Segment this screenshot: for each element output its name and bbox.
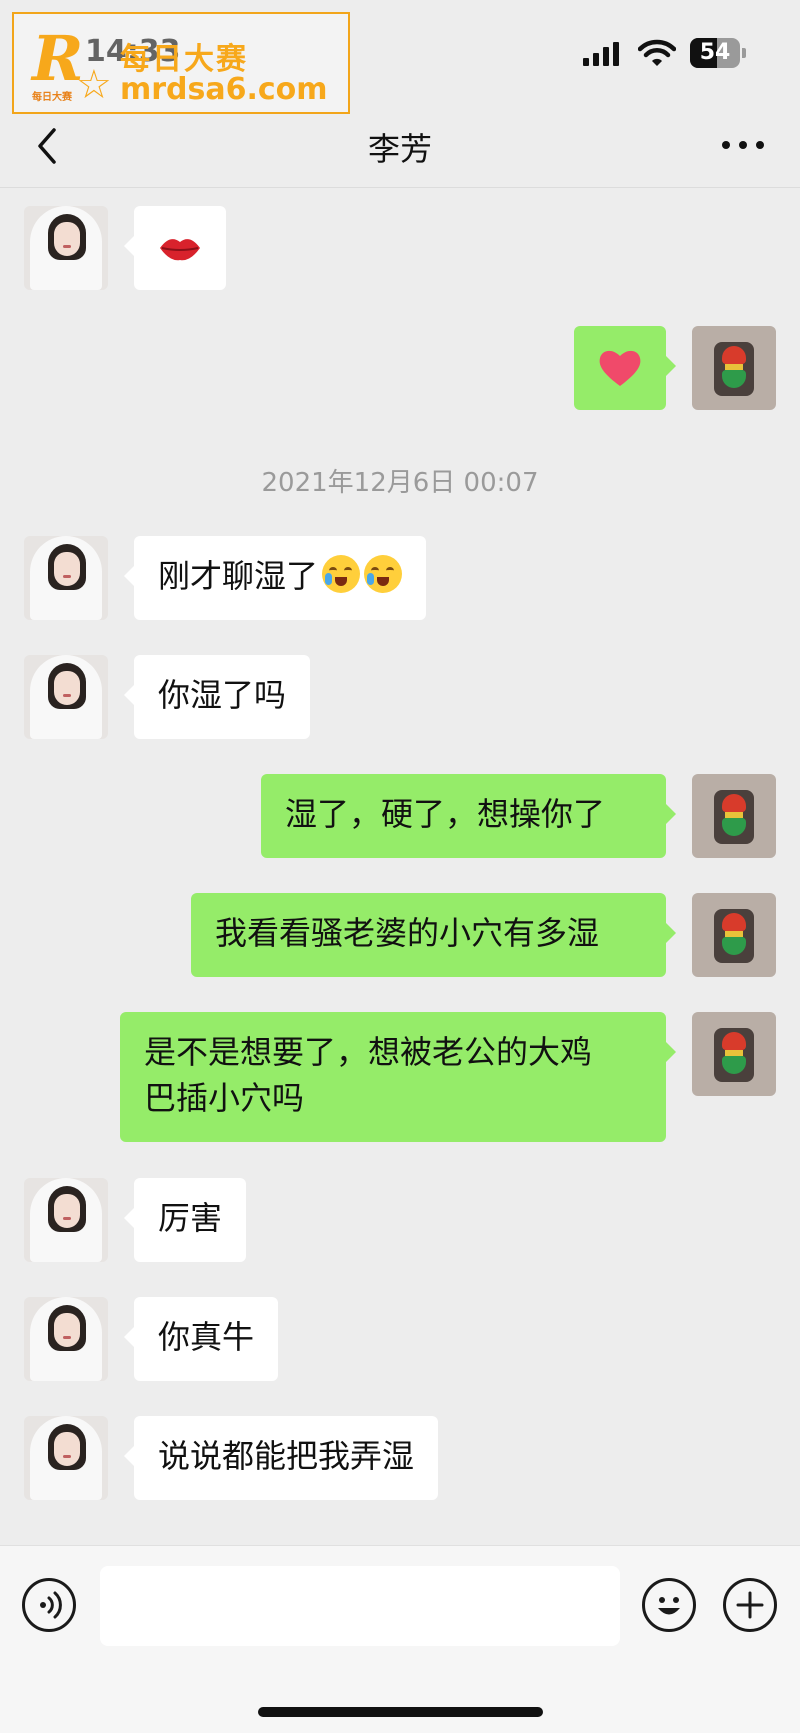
contact-avatar[interactable] — [24, 655, 108, 739]
message-text-line: 巴插小穴吗 — [144, 1079, 305, 1117]
message-bubble[interactable]: 你真牛 — [123, 1297, 279, 1381]
message-text: 厉害 — [158, 1199, 223, 1237]
message-bubble[interactable]: 湿了，硬了，想操你了 — [261, 774, 676, 858]
user-avatar[interactable] — [692, 774, 776, 858]
message-text-line: 是不是想要了，想被老公的大鸡 — [144, 1033, 593, 1071]
message-bubble[interactable]: 说说都能把我弄湿 — [123, 1416, 439, 1500]
battery-level: 54 — [699, 40, 731, 65]
star-icon: ☆ — [76, 62, 112, 108]
message-text: 你湿了吗 — [158, 676, 287, 714]
message-text: 我看看骚老婆的小穴有多湿 — [215, 914, 600, 952]
more-dots-icon[interactable] — [720, 130, 766, 160]
user-avatar[interactable] — [692, 1012, 776, 1096]
chat-header: 李芳 — [0, 110, 800, 188]
chat-screen: 14:33 54 R ☆ 每日大赛 每日大赛 mrdsa6.com 李芳 202… — [0, 0, 800, 1733]
contact-avatar[interactable] — [24, 536, 108, 620]
input-bar — [0, 1545, 800, 1733]
message-text: 刚才聊湿了 — [158, 557, 319, 595]
contact-avatar[interactable] — [24, 1297, 108, 1381]
emoji-icon[interactable] — [642, 1578, 696, 1632]
heart-emoji-icon — [599, 350, 641, 386]
message-input[interactable] — [100, 1566, 620, 1646]
watermark-logo: R ☆ 每日大赛 每日大赛 mrdsa6.com — [12, 12, 350, 114]
contact-avatar[interactable] — [24, 1416, 108, 1500]
wifi-icon — [638, 39, 676, 66]
watermark-small-text: 每日大赛 — [32, 92, 72, 103]
lips-emoji-icon — [160, 239, 200, 261]
user-avatar[interactable] — [692, 326, 776, 410]
cellular-signal-icon — [583, 42, 619, 66]
message-bubble[interactable]: 我看看骚老婆的小穴有多湿 — [191, 893, 676, 977]
message-text: 你真牛 — [158, 1318, 255, 1356]
watermark-url: mrdsa6.com — [120, 72, 328, 107]
plus-icon[interactable] — [723, 1578, 777, 1632]
message-text: 湿了，硬了，想操你了 — [285, 795, 606, 833]
contact-name: 李芳 — [367, 130, 432, 168]
contact-avatar[interactable] — [24, 206, 108, 290]
message-bubble[interactable]: 你湿了吗 — [123, 655, 311, 739]
message-bubble[interactable]: 刚才聊湿了 — [123, 536, 427, 620]
voice-icon[interactable] — [22, 1578, 76, 1632]
contact-avatar[interactable] — [24, 1178, 108, 1262]
user-avatar[interactable] — [692, 893, 776, 977]
battery-icon: 54 — [690, 38, 746, 68]
chat-timestamp: 2021年12月6日 00:07 — [261, 468, 539, 498]
home-indicator — [258, 1707, 543, 1717]
loudly-crying-face-icon — [364, 555, 403, 593]
loudly-crying-face-icon — [322, 555, 361, 593]
message-bubble[interactable] — [124, 206, 226, 290]
message-bubble[interactable]: 是不是想要了，想被老公的大鸡 巴插小穴吗 — [120, 1012, 676, 1142]
message-text: 说说都能把我弄湿 — [158, 1437, 415, 1475]
message-bubble[interactable] — [574, 326, 676, 410]
message-bubble[interactable]: 厉害 — [123, 1178, 247, 1262]
